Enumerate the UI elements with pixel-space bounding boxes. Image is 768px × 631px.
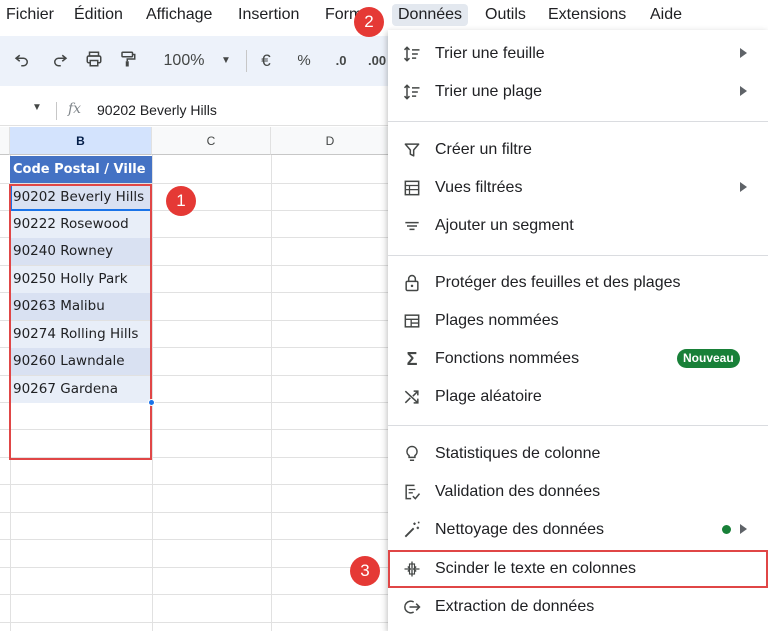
menu-aide[interactable]: Aide <box>650 4 682 26</box>
undo-icon[interactable] <box>12 50 32 72</box>
fill-handle[interactable] <box>148 399 155 406</box>
chevron-down-icon[interactable]: ▼ <box>220 50 232 72</box>
grid-line <box>0 539 400 540</box>
submenu-arrow-icon <box>740 86 747 96</box>
menu-divider <box>388 425 768 426</box>
column-header-c[interactable]: C <box>152 127 271 155</box>
menu-bar: Fichier Édition Affichage Insertion Form… <box>0 0 768 30</box>
grid-line <box>0 484 400 485</box>
submenu-arrow-icon <box>740 48 747 58</box>
menu-item-label: Trier une plage <box>435 83 543 100</box>
filter-views-icon <box>402 178 422 198</box>
menu-item-label: Créer un filtre <box>435 141 532 158</box>
menu-item-label: Nettoyage des données <box>435 521 605 538</box>
highlight-box <box>388 550 768 588</box>
grid-line <box>152 155 153 631</box>
menu-item-label: Trier une feuille <box>435 45 545 62</box>
menu-divider <box>388 255 768 256</box>
named-ranges-icon <box>402 311 422 331</box>
menu-item-nettoyage[interactable]: Nettoyage des données <box>388 511 768 549</box>
decrease-decimals-button[interactable]: .0 <box>330 50 352 72</box>
redo-icon[interactable] <box>50 50 70 72</box>
menu-item-label: Validation des données <box>435 483 601 500</box>
menu-item-label: Statistiques de colonne <box>435 445 601 462</box>
lock-icon <box>402 273 422 293</box>
column-header-b[interactable]: B <box>10 127 152 155</box>
menu-item-label: Ajouter un segment <box>435 217 574 234</box>
step-badge-2: 2 <box>354 7 384 37</box>
new-badge: Nouveau <box>677 349 740 368</box>
menu-item-label: Plages nommées <box>435 312 559 329</box>
menu-item-label: Extraction de données <box>435 598 595 615</box>
column-header-d[interactable]: D <box>271 127 390 155</box>
selection-highlight <box>9 184 152 460</box>
menu-item-trier-feuille[interactable]: Trier une feuille <box>388 35 768 73</box>
spreadsheet-grid: B C D Code Postal / Ville 90202 Beverly … <box>0 127 400 631</box>
submenu-arrow-icon <box>740 524 747 534</box>
menu-affichage[interactable]: Affichage <box>146 4 212 26</box>
data-extraction-icon <box>402 597 422 617</box>
sort-icon <box>402 44 422 64</box>
grid-line <box>271 155 272 631</box>
menu-edition[interactable]: Édition <box>74 4 123 26</box>
menu-item-fonctions-nommees[interactable]: Σ Fonctions nommées Nouveau <box>388 340 768 378</box>
data-validation-icon <box>402 482 422 502</box>
percent-button[interactable]: % <box>296 50 312 72</box>
menu-item-label: Vues filtrées <box>435 179 523 196</box>
menu-item-vues-filtrees[interactable]: Vues filtrées <box>388 169 768 207</box>
menu-item-ajouter-segment[interactable]: Ajouter un segment <box>388 207 768 245</box>
menu-item-creer-filtre[interactable]: Créer un filtre <box>388 131 768 169</box>
zoom-select[interactable]: 100% <box>160 50 208 72</box>
formula-input[interactable]: 90202 Beverly Hills <box>97 102 217 118</box>
menu-item-label: Plage aléatoire <box>435 388 542 405</box>
submenu-arrow-icon <box>740 182 747 192</box>
step-badge-1: 1 <box>166 186 196 216</box>
menu-item-statistiques[interactable]: Statistiques de colonne <box>388 435 768 473</box>
name-box-chevron-icon[interactable]: ▼ <box>32 102 42 113</box>
formula-bar: ▼ fx 90202 Beverly Hills <box>0 96 400 126</box>
menu-donnees[interactable]: Données <box>392 4 469 26</box>
row-header-corner <box>0 127 10 155</box>
menu-item-plages-nommees[interactable]: Plages nommées <box>388 302 768 340</box>
toolbar-separator <box>246 50 247 72</box>
menu-outils[interactable]: Outils <box>485 4 526 26</box>
shuffle-icon <box>402 387 422 407</box>
menu-extensions[interactable]: Extensions <box>548 4 626 26</box>
sort-icon <box>402 82 422 102</box>
menu-insertion[interactable]: Insertion <box>238 4 299 26</box>
grid-line <box>0 512 400 513</box>
filter-icon <box>402 140 422 160</box>
toolbar: 100% ▼ € % .0 .00 <box>0 36 400 86</box>
formula-separator <box>56 102 57 120</box>
magic-wand-icon <box>402 520 422 540</box>
menu-item-extraction[interactable]: Extraction de données <box>388 588 768 626</box>
menu-item-plage-aleatoire[interactable]: Plage aléatoire <box>388 378 768 416</box>
menu-item-proteger[interactable]: Protéger des feuilles et des plages <box>388 264 768 302</box>
print-icon[interactable] <box>84 50 104 72</box>
menu-divider <box>388 121 768 122</box>
status-dot <box>722 525 731 534</box>
cell-header[interactable]: Code Postal / Ville <box>10 156 152 183</box>
lightbulb-icon <box>402 444 422 464</box>
slicer-icon <box>402 216 422 236</box>
currency-button[interactable]: € <box>258 50 274 72</box>
paint-format-icon[interactable] <box>118 50 138 72</box>
menu-item-label: Protéger des feuilles et des plages <box>435 274 681 291</box>
grid-line <box>0 622 400 623</box>
menu-fichier[interactable]: Fichier <box>6 4 54 26</box>
menu-item-label: Fonctions nommées <box>435 350 580 367</box>
data-menu-dropdown: Trier une feuille Trier une plage Créer … <box>388 30 768 631</box>
fx-icon: fx <box>68 101 82 117</box>
sigma-icon: Σ <box>406 349 418 369</box>
menu-item-validation[interactable]: Validation des données <box>388 473 768 511</box>
grid-line <box>0 594 400 595</box>
increase-decimals-button[interactable]: .00 <box>368 50 390 72</box>
menu-item-trier-plage[interactable]: Trier une plage <box>388 73 768 111</box>
step-badge-3: 3 <box>350 556 380 586</box>
grid-line <box>0 567 400 568</box>
